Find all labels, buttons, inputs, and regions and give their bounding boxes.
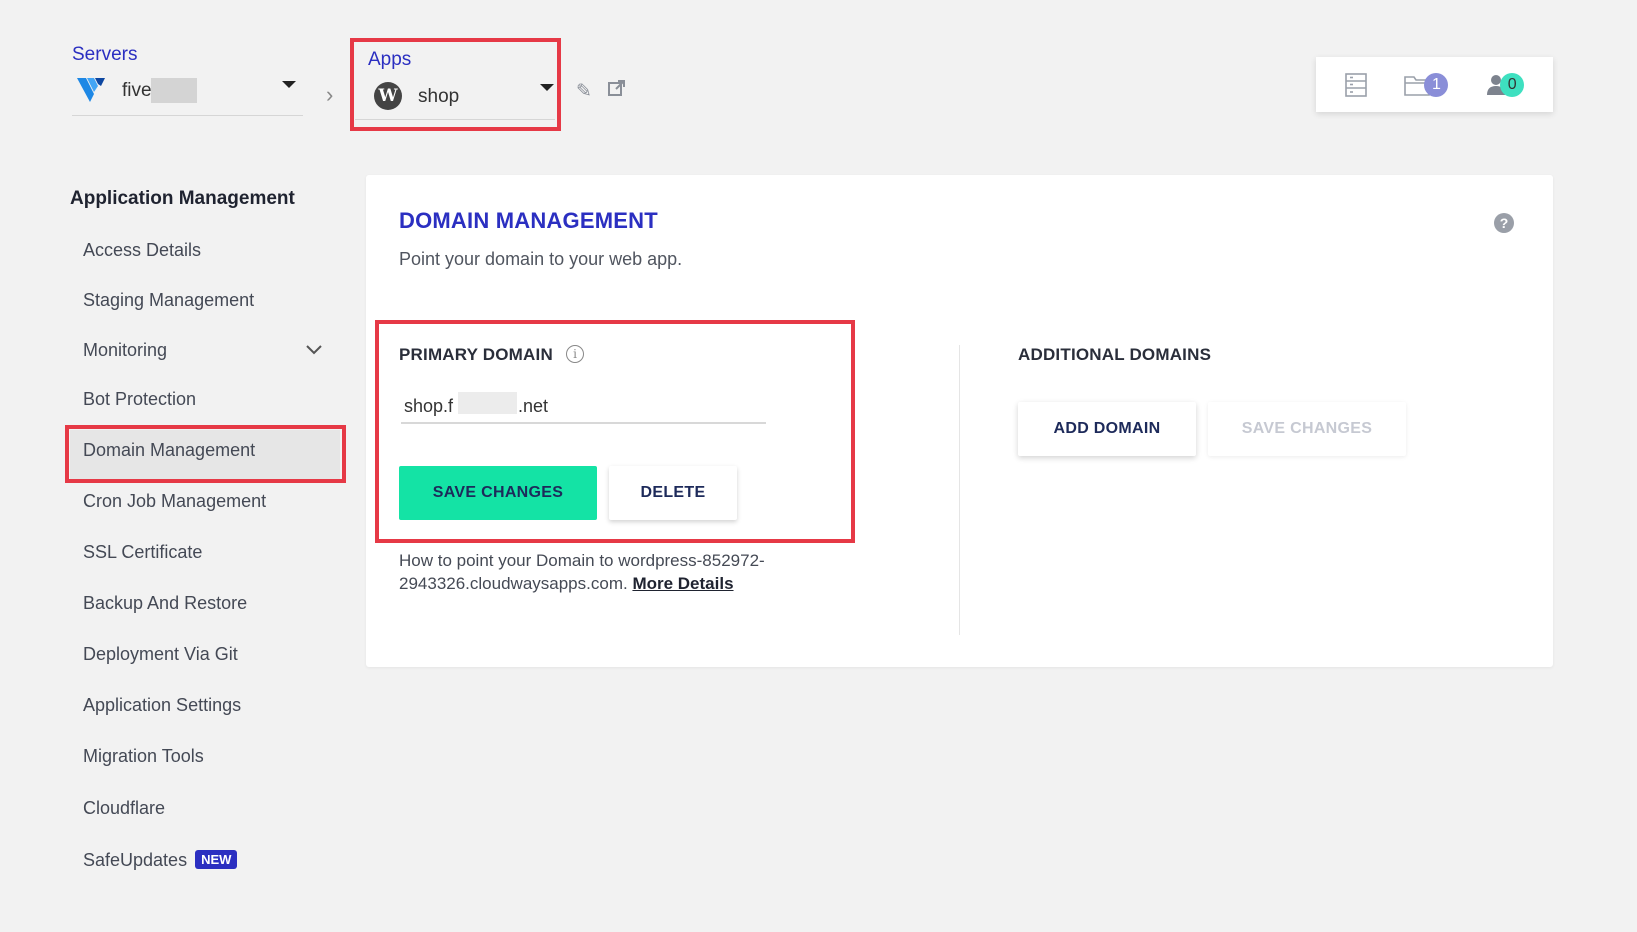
chevron-right-icon: › xyxy=(326,82,334,107)
how-to-text: How to point your Domain to wordpress-85… xyxy=(399,549,889,595)
save-changes-disabled-button[interactable]: SAVE CHANGES xyxy=(1208,402,1406,456)
server-list-icon xyxy=(1345,72,1367,97)
external-link-icon[interactable] xyxy=(607,78,627,98)
additional-domains-label: ADDITIONAL DOMAINS xyxy=(1018,345,1212,364)
server-name: five xyxy=(122,80,152,101)
sidebar-item-backup-and-restore[interactable]: Backup And Restore xyxy=(83,593,247,614)
highlight-box-primary-domain xyxy=(375,320,855,543)
sidebar-item-monitoring[interactable]: Monitoring xyxy=(83,340,167,361)
column-divider xyxy=(959,345,960,635)
sidebar-item-cron-job-management[interactable]: Cron Job Management xyxy=(83,491,266,512)
sidebar-item-staging-management[interactable]: Staging Management xyxy=(83,290,254,311)
page-subtitle: Point your domain to your web app. xyxy=(399,249,683,269)
chevron-down-icon[interactable] xyxy=(306,345,322,355)
top-toolbar: 1 0 xyxy=(1316,57,1553,112)
more-details-link[interactable]: More Details xyxy=(632,574,733,593)
folder-button[interactable]: 1 xyxy=(1404,72,1449,97)
sidebar-item-access-details[interactable]: Access Details xyxy=(83,240,201,261)
server-dropdown-icon[interactable] xyxy=(282,81,296,88)
add-domain-button[interactable]: ADD DOMAIN xyxy=(1018,402,1196,456)
pencil-icon[interactable]: ✎ xyxy=(576,80,592,103)
users-count-badge: 0 xyxy=(1500,72,1525,97)
highlight-box-apps xyxy=(350,38,561,131)
page-title: DOMAIN MANAGEMENT xyxy=(399,208,658,233)
new-badge: NEW xyxy=(195,850,238,869)
sidebar-item-bot-protection[interactable]: Bot Protection xyxy=(83,389,196,410)
sidebar-item-cloudflare[interactable]: Cloudflare xyxy=(83,798,165,819)
sidebar-item-label: SafeUpdates xyxy=(83,850,188,870)
help-icon[interactable]: ? xyxy=(1494,213,1514,233)
sidebar-item-migration-tools[interactable]: Migration Tools xyxy=(83,746,204,767)
sidebar-item-deployment-via-git[interactable]: Deployment Via Git xyxy=(83,644,238,665)
folder-count-badge: 1 xyxy=(1424,72,1449,97)
sidebar-title: Application Management xyxy=(70,188,295,209)
sidebar-item-application-settings[interactable]: Application Settings xyxy=(83,695,241,716)
server-list-button[interactable] xyxy=(1345,72,1367,97)
server-selector[interactable]: Servers five xyxy=(72,44,303,116)
servers-label: Servers xyxy=(72,44,138,65)
highlight-box-domain-management xyxy=(65,425,346,483)
sidebar-item-ssl-certificate[interactable]: SSL Certificate xyxy=(83,542,202,563)
vultr-logo-icon xyxy=(77,78,105,102)
sidebar-item-safeupdates[interactable]: SafeUpdates NEW xyxy=(83,850,238,871)
users-button[interactable]: 0 xyxy=(1486,72,1525,97)
redacted-mask xyxy=(151,78,197,103)
